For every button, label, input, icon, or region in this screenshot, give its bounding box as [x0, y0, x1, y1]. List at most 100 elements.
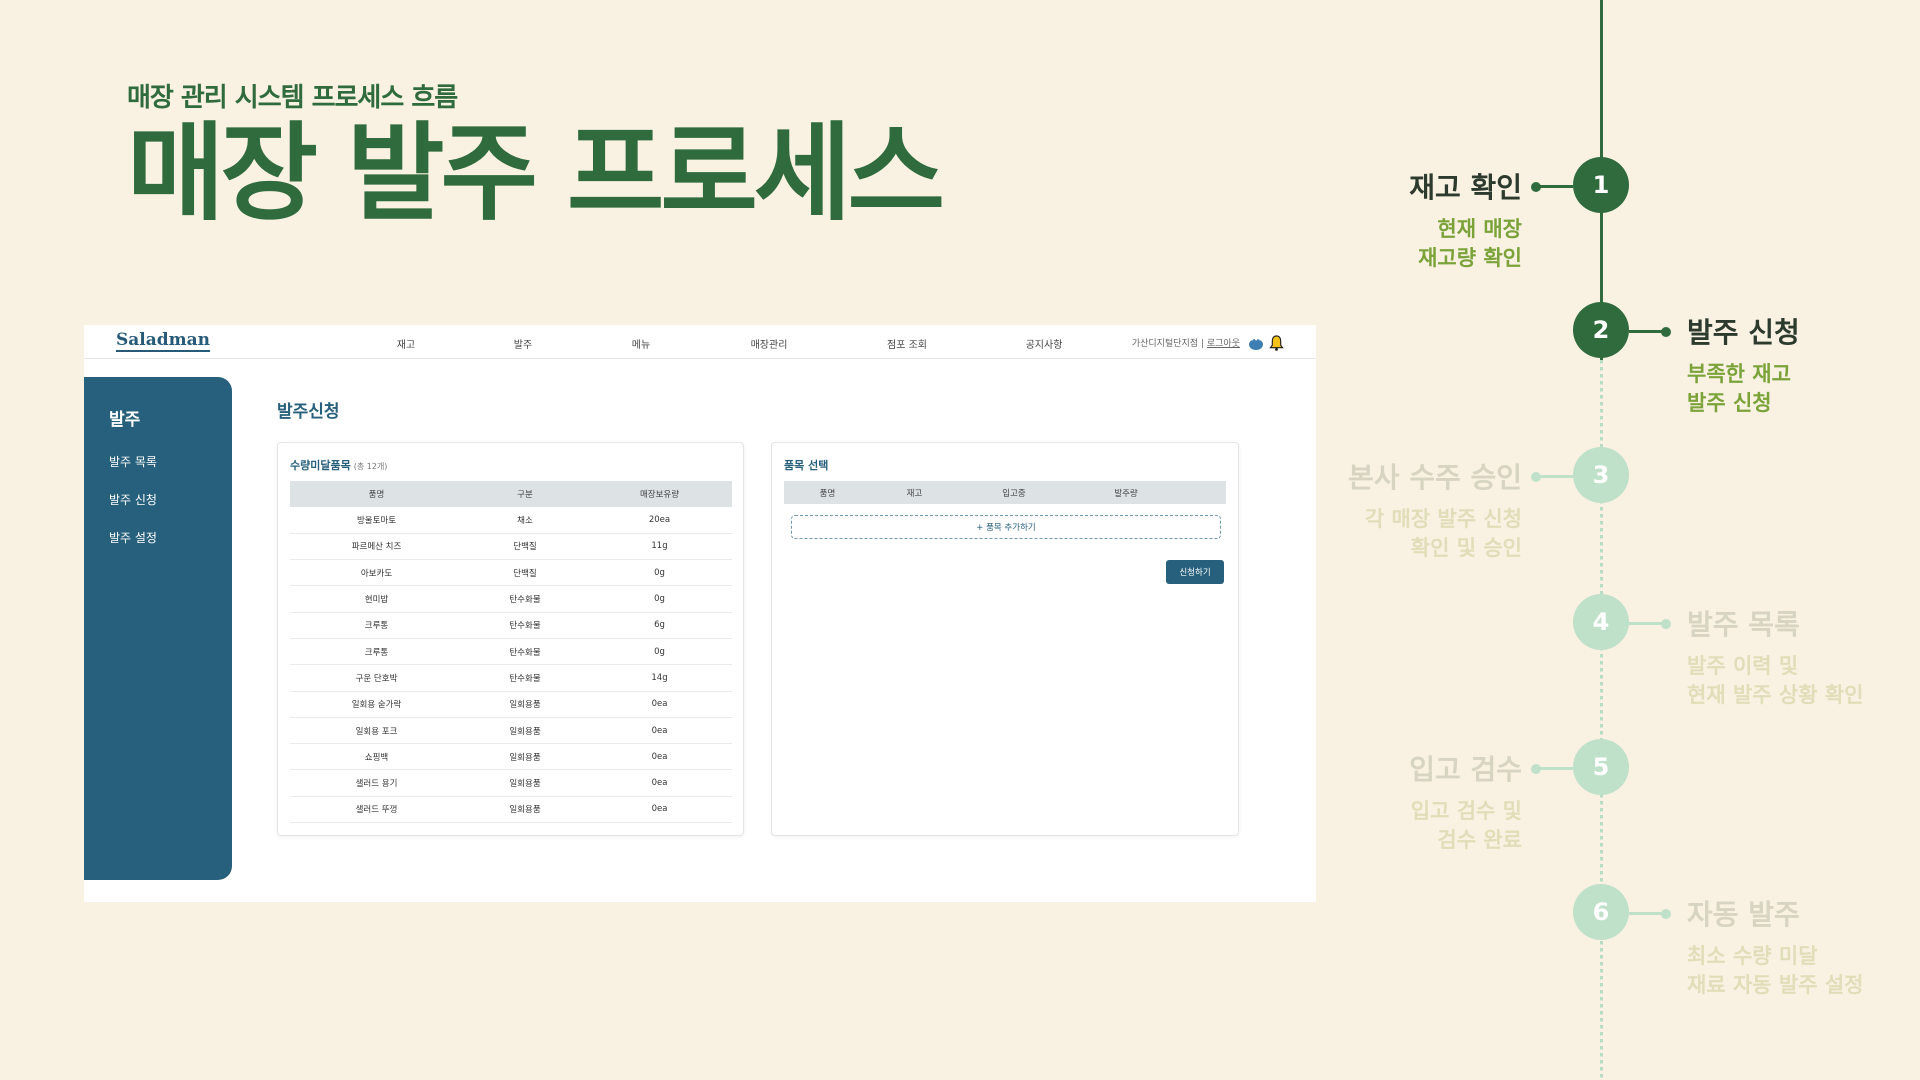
- step-3-desc-line-1: 각 매장 발주 신청: [1364, 507, 1522, 531]
- chat-icon[interactable]: [1249, 336, 1263, 350]
- step-2-node: 2: [1573, 302, 1629, 358]
- table-row: 방울토마토 채소 20ea: [290, 507, 732, 534]
- step-2-desc: 부족한 재고발주 신청: [1687, 360, 1791, 418]
- header-stock: 재고: [871, 481, 958, 504]
- cell-stock: 11g: [587, 533, 732, 561]
- cell-item-name: 샐러드 용기: [290, 769, 463, 797]
- step-5-desc-line-2: 검수 완료: [1437, 827, 1522, 852]
- cell-item-name: 일회용 숟가락: [290, 691, 463, 718]
- item-select-panel: 품목 선택 품명 재고 입고중 발주량 + 품목 추가하기 신청하기: [771, 442, 1239, 836]
- cell-category: 탄수화물: [463, 638, 587, 666]
- table-row: 일회용 포크 일회용품 0ea: [290, 717, 732, 745]
- separator: |: [1200, 339, 1204, 349]
- step-1-desc-line-1: 현재 매장: [1437, 217, 1522, 241]
- submit-order-button[interactable]: 신청하기: [1166, 560, 1224, 584]
- sidebar-title: 발주: [109, 410, 141, 430]
- shortage-count: (총 12개): [353, 462, 388, 471]
- header-item-name: 품명: [784, 481, 871, 504]
- step-1-desc: 현재 매장재고량 확인: [1418, 215, 1522, 273]
- step-6-connector: [1629, 908, 1671, 919]
- step-1-node: 1: [1573, 157, 1629, 213]
- logout-link[interactable]: 로그아웃: [1207, 339, 1240, 349]
- cell-category: 일회용품: [463, 743, 587, 771]
- cell-stock: 0ea: [587, 796, 732, 824]
- step-3-desc-line-2: 확인 및 승인: [1410, 535, 1522, 560]
- step-4-desc-line-2: 현재 발주 상황 확인: [1687, 682, 1864, 707]
- cell-item-name: 구운 단호박: [290, 664, 463, 692]
- nav-item-notice[interactable]: 공지사항: [1026, 336, 1063, 351]
- step-6-desc-line-1: 최소 수량 미달: [1687, 944, 1818, 968]
- table-row: 쇼핑백 일회용품 0ea: [290, 743, 732, 771]
- step-3-connector: [1531, 471, 1573, 482]
- cell-item-name: 샐러드 뚜껑: [290, 796, 463, 824]
- step-4-title: 발주 목록: [1687, 608, 1800, 641]
- step-3-node: 3: [1573, 447, 1629, 503]
- shortage-table: 품명 구분 매장보유량 방울토마토 채소 20ea 파르메산 치즈 단백질 11g 아보카도…: [290, 481, 732, 824]
- sidebar-item-order-request[interactable]: 발주 신청: [109, 491, 157, 508]
- shortage-items-panel: 수량미달품목 (총 12개) 품명 구분 매장보유량 방울토마토 채소 20ea 파르메…: [277, 442, 744, 836]
- nav-item-order[interactable]: 발주: [514, 336, 532, 351]
- subtitle: 매장 관리 시스템 프로세스 흐름: [127, 83, 458, 113]
- cell-category: 탄수화물: [463, 664, 587, 692]
- cell-stock: 6g: [587, 612, 732, 639]
- page-title: 발주신청: [277, 402, 340, 422]
- cell-stock: 20ea: [587, 507, 732, 534]
- step-5-connector: [1531, 763, 1573, 774]
- add-item-button[interactable]: + 품목 추가하기: [791, 515, 1221, 539]
- step-6-node: 6: [1573, 884, 1629, 940]
- item-select-table: 품명 재고 입고중 발주량: [784, 481, 1226, 504]
- top-navigation-bar: Saladman 재고 발주 메뉴 매장관리 점포 조회 공지사항 가산디지털단…: [84, 325, 1316, 359]
- cell-stock: 0ea: [587, 691, 732, 718]
- step-2-title: 발주 신청: [1687, 316, 1800, 349]
- step-3-desc: 각 매장 발주 신청확인 및 승인: [1365, 505, 1522, 563]
- header-stock: 매장보유량: [587, 481, 732, 507]
- shortage-title-text: 수량미달품목: [290, 459, 351, 472]
- step-2-desc-line-2: 발주 신청: [1687, 390, 1772, 415]
- nav-item-store-lookup[interactable]: 점포 조회: [887, 336, 927, 351]
- nav-item-inventory[interactable]: 재고: [397, 336, 415, 351]
- cell-category: 단백질: [463, 533, 587, 561]
- table-row: 구운 단호박 탄수화물 14g: [290, 664, 732, 692]
- cell-item-name: 쇼핑백: [290, 743, 463, 771]
- step-3-title: 본사 수주 승인: [1347, 461, 1522, 494]
- cell-item-name: 크루통: [290, 638, 463, 666]
- step-1-connector: [1531, 181, 1573, 192]
- user-area: 가산디지털단지점 | 로그아웃: [1132, 336, 1240, 349]
- cell-category: 일회용품: [463, 769, 587, 797]
- cell-stock: 0ea: [587, 743, 732, 771]
- step-4-desc: 발주 이력 및 현재 발주 상황 확인: [1687, 652, 1864, 710]
- step-1-title: 재고 확인: [1409, 171, 1522, 204]
- cell-item-name: 파르메산 치즈: [290, 533, 463, 561]
- cell-stock: 14g: [587, 664, 732, 692]
- cell-stock: 0ea: [587, 717, 732, 745]
- saladman-logo[interactable]: Saladman: [116, 330, 211, 353]
- step-2-desc-line-1: 부족한 재고: [1687, 362, 1791, 386]
- step-5-desc: 입고 검수 및 검수 완료: [1411, 797, 1522, 855]
- table-row: 샐러드 용기 일회용품 0ea: [290, 769, 732, 797]
- cell-item-name: 아보카도: [290, 559, 463, 587]
- header-order-qty: 발주량: [1070, 481, 1182, 504]
- cell-stock: 0g: [587, 638, 732, 666]
- cell-category: 일회용품: [463, 796, 587, 824]
- sidebar-item-order-list[interactable]: 발주 목록: [109, 453, 157, 470]
- step-4-connector: [1629, 618, 1671, 629]
- cell-category: 채소: [463, 507, 587, 534]
- step-5-node: 5: [1573, 739, 1629, 795]
- step-1-desc-line-2: 재고량 확인: [1418, 245, 1522, 270]
- nav-item-store-management[interactable]: 매장관리: [751, 336, 788, 351]
- header-spacer: [1182, 481, 1226, 504]
- sidebar-item-order-settings[interactable]: 발주 설정: [109, 529, 157, 546]
- cell-stock: 0g: [587, 559, 732, 587]
- shortage-panel-title: 수량미달품목 (총 12개): [290, 457, 387, 473]
- app-screenshot: Saladman 재고 발주 메뉴 매장관리 점포 조회 공지사항 가산디지털단…: [84, 325, 1316, 902]
- step-4-node: 4: [1573, 594, 1629, 650]
- nav-item-menu[interactable]: 메뉴: [632, 336, 650, 351]
- cell-stock: 0g: [587, 585, 732, 613]
- bell-icon[interactable]: [1269, 335, 1284, 351]
- cell-item-name: 현미밥: [290, 585, 463, 613]
- item-select-title: 품목 선택: [784, 459, 829, 472]
- table-row: 파르메산 치즈 단백질 11g: [290, 533, 732, 561]
- step-6-desc-line-2: 재료 자동 발주 설정: [1687, 972, 1864, 997]
- cell-category: 일회용품: [463, 691, 587, 718]
- table-row: 아보카도 단백질 0g: [290, 559, 732, 587]
